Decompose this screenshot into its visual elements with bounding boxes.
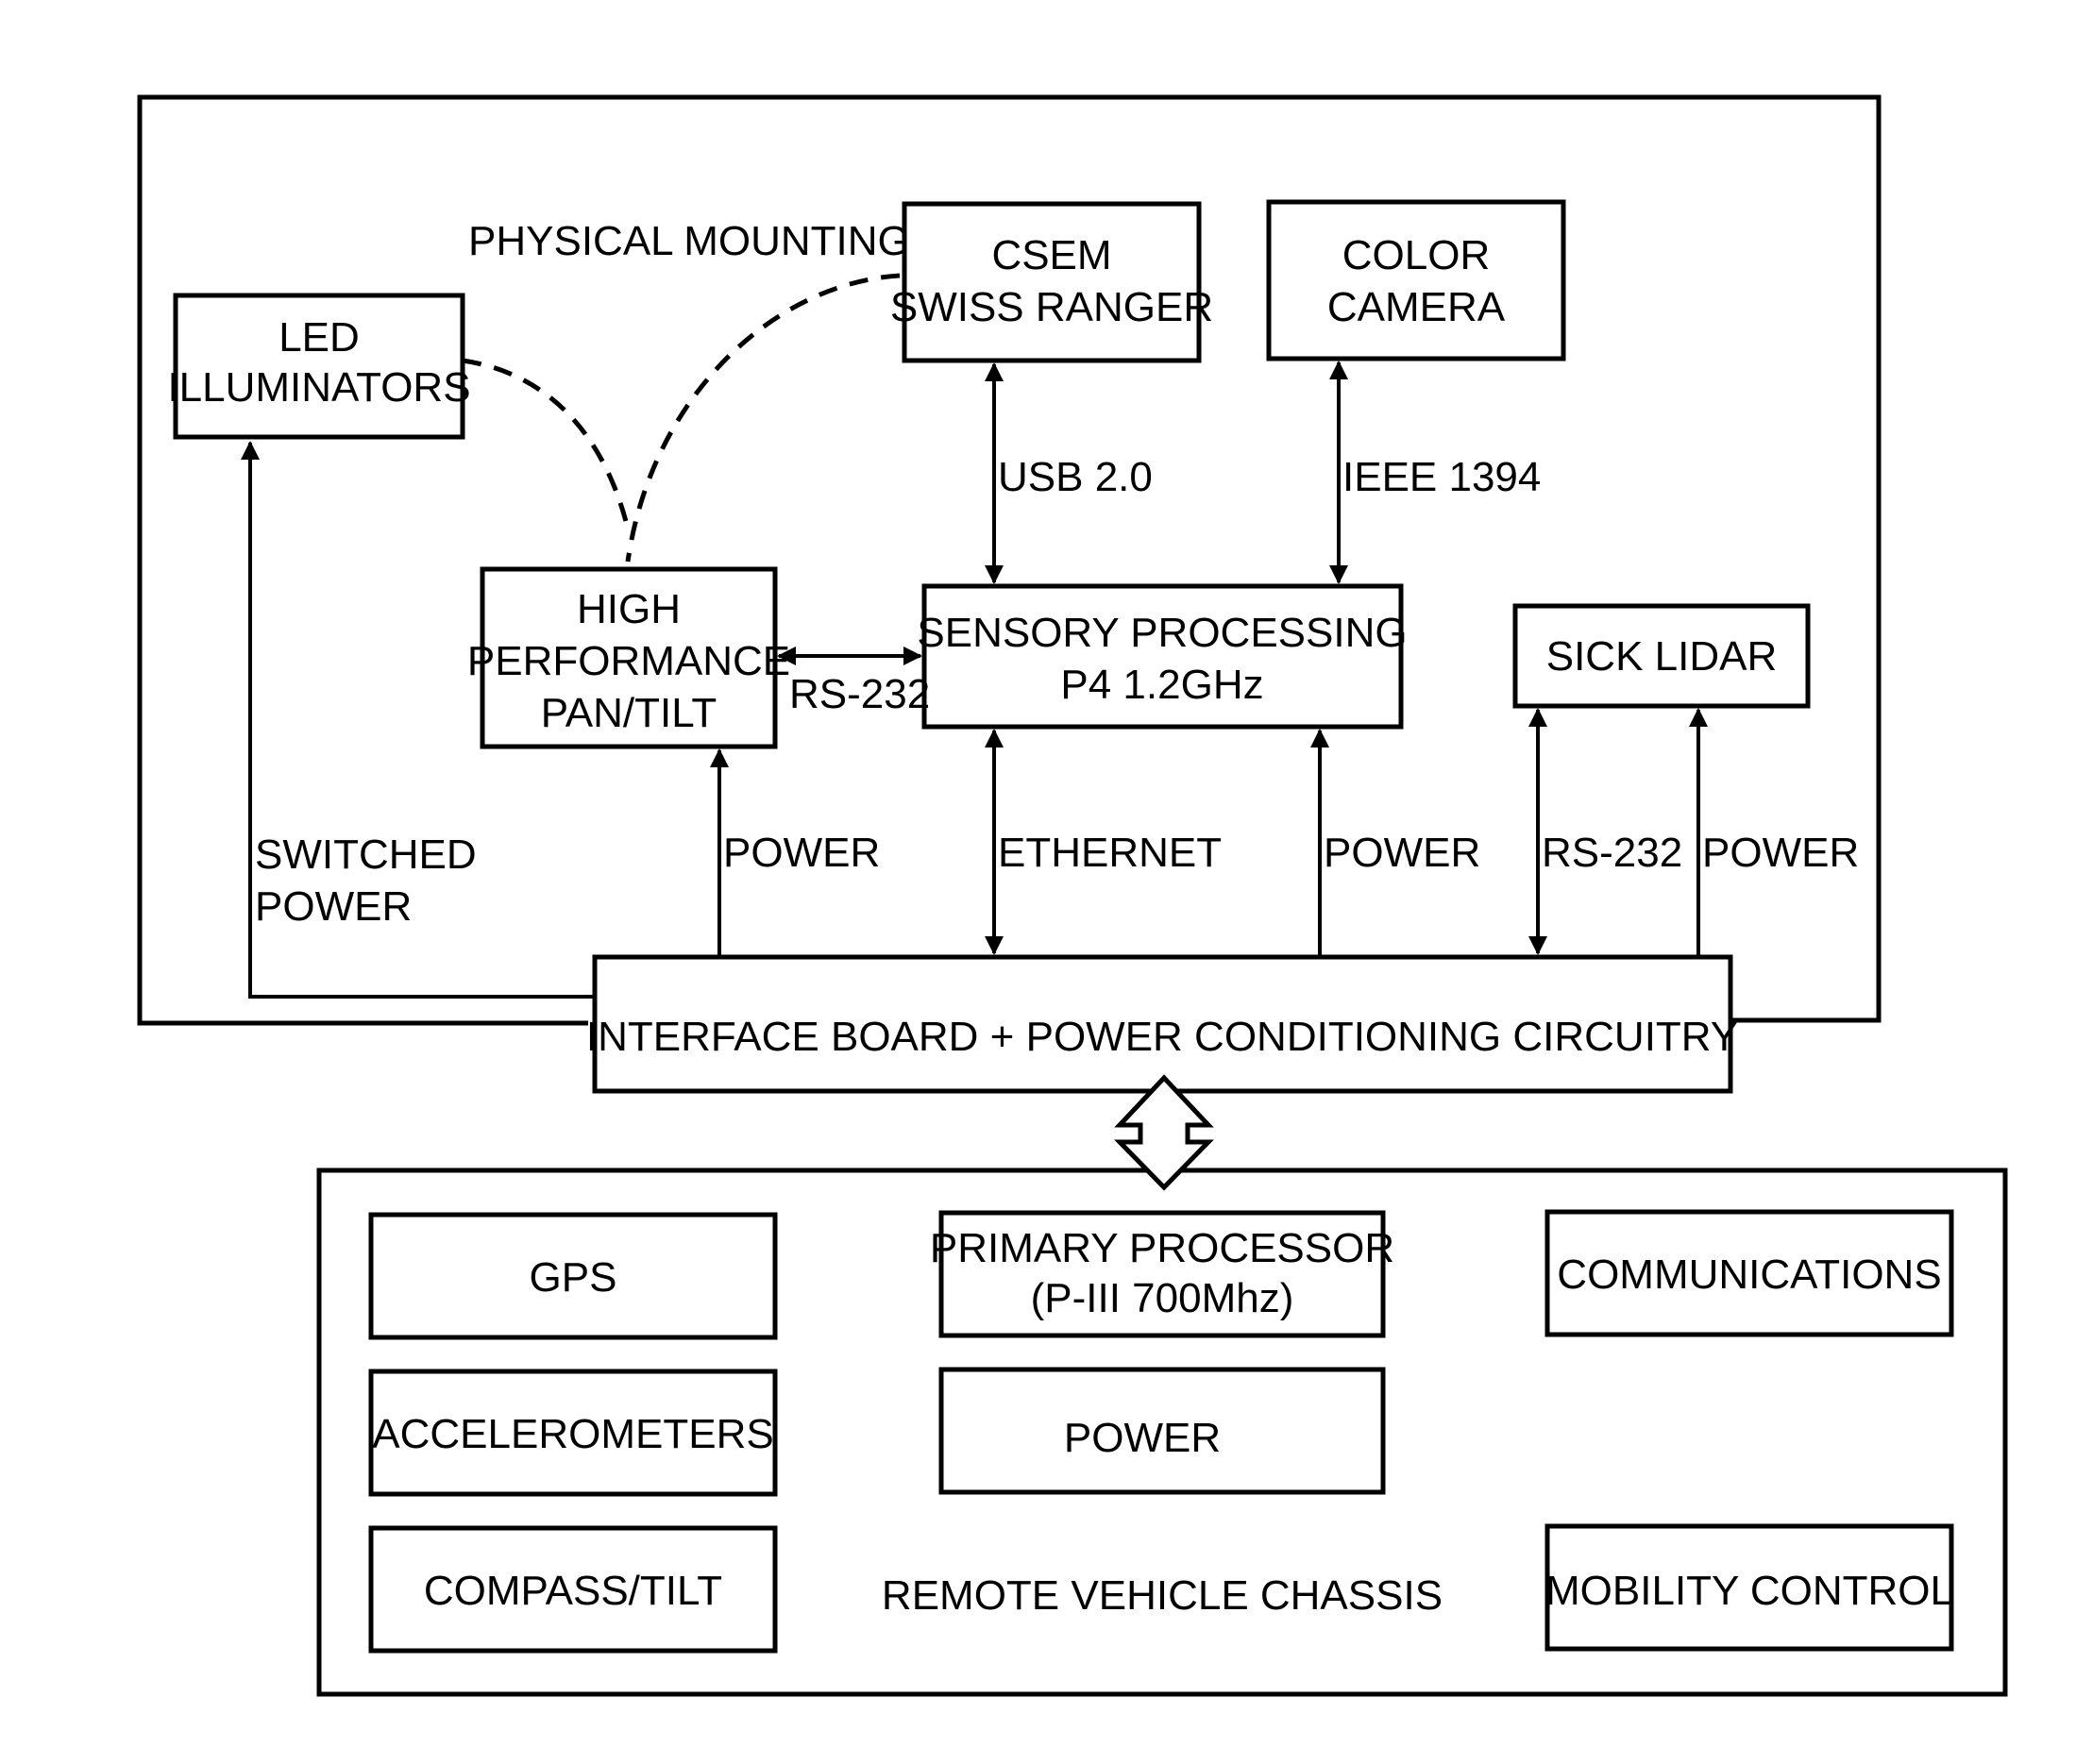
power-block: POWER [938, 1367, 1386, 1495]
mounting-link-led [462, 358, 631, 529]
usb-label: USB 2.0 [998, 454, 1153, 500]
power-sensory-label: POWER [1324, 830, 1480, 876]
mounting-link-csem [625, 273, 901, 563]
primary-label-line1: PRIMARY PROCESSOR [930, 1225, 1394, 1271]
camera-label-line1: COLOR [1342, 232, 1490, 278]
primary-processor-block: PRIMARY PROCESSOR (P-III 700Mhz) [930, 1210, 1394, 1338]
compass-tilt-label: COMPASS/TILT [424, 1568, 722, 1614]
led-label-line2: ILLUMINATORS [167, 364, 470, 411]
interface-label: INTERFACE BOARD + POWER CONDITIONING CIR… [586, 1014, 1738, 1060]
interface-board-block: INTERFACE BOARD + POWER CONDITIONING CIR… [586, 954, 1738, 1094]
pantilt-label-line1: HIGH [577, 586, 681, 632]
mobility-control-label: MOBILITY CONTROL [1545, 1568, 1953, 1614]
communications-block: COMMUNICATIONS [1544, 1209, 1954, 1337]
gps-block: GPS [368, 1212, 778, 1340]
communications-label: COMMUNICATIONS [1557, 1252, 1941, 1298]
power-label: POWER [1064, 1415, 1221, 1461]
mobility-control-block: MOBILITY CONTROL [1544, 1523, 1954, 1652]
compass-tilt-block: COMPASS/TILT [368, 1525, 778, 1654]
gps-label: GPS [530, 1254, 617, 1301]
power-lidar-label: POWER [1702, 830, 1859, 876]
primary-label-line2: (P-III 700Mhz) [1031, 1275, 1294, 1321]
pan-tilt-block: HIGH PERFORMANCE PAN/TILT [467, 566, 790, 749]
camera-label-line2: CAMERA [1327, 284, 1506, 330]
ethernet-label: ETHERNET [998, 830, 1222, 876]
sensory-processing-block: SENSORY PROCESSING P4 1.2GHz [917, 583, 1408, 730]
lidar-label: SICK LIDAR [1546, 633, 1778, 680]
physical-mounting-label: PHYSICAL MOUNTING [468, 218, 910, 264]
csem-label-line1: CSEM [991, 232, 1111, 278]
power-pantilt-label: POWER [723, 830, 880, 876]
sensory-label-line1: SENSORY PROCESSING [917, 610, 1407, 656]
accelerometers-label: ACCELEROMETERS [372, 1411, 773, 1457]
led-label-line1: LED [278, 314, 360, 361]
accelerometers-block: ACCELEROMETERS [368, 1369, 778, 1497]
pantilt-label-line3: PAN/TILT [541, 690, 717, 736]
led-illuminators-block: LED ILLUMINATORS [167, 293, 471, 440]
rs232-lidar-label: RS-232 [1542, 830, 1682, 876]
csem-label-line2: SWISS RANGER [890, 284, 1213, 330]
ieee-label: IEEE 1394 [1342, 454, 1541, 500]
rs232-pantilt-label: RS-232 [789, 671, 930, 717]
sick-lidar-block: SICK LIDAR [1512, 603, 1811, 709]
csem-swiss-ranger-block: CSEM SWISS RANGER [890, 201, 1213, 363]
system-block-diagram: PHYSICAL MOUNTING LED ILLUMINATORS CSEM … [137, 94, 2008, 1697]
switched-power-label-line2: POWER [255, 883, 412, 930]
sensory-label-line2: P4 1.2GHz [1060, 662, 1263, 708]
chassis-title: REMOTE VEHICLE CHASSIS [882, 1572, 1443, 1619]
switched-power-label-line1: SWITCHED [255, 832, 477, 878]
color-camera-block: COLOR CAMERA [1266, 199, 1566, 361]
pantilt-label-line2: PERFORMANCE [467, 638, 790, 684]
